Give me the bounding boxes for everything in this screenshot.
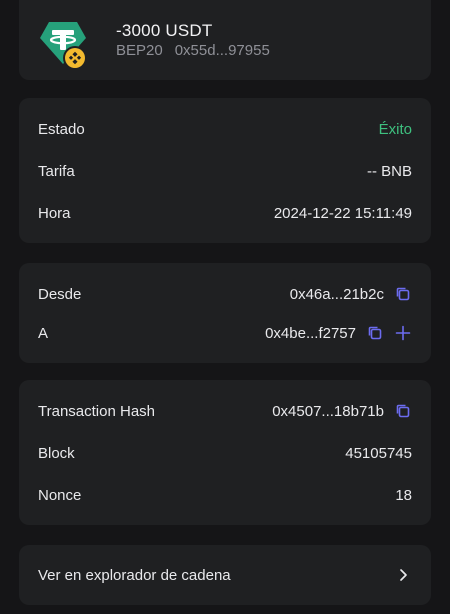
desde-address: 0x46a...21b2c xyxy=(289,285,384,303)
explorer-label: Ver en explorador de cadena xyxy=(38,566,231,584)
hora-row: Hora 2024-12-22 15:11:49 xyxy=(38,201,412,225)
a-label: A xyxy=(38,324,49,342)
explorer-row: Ver en explorador de cadena xyxy=(38,563,412,587)
estado-label: Estado xyxy=(38,120,85,138)
copy-icon[interactable] xyxy=(366,324,384,342)
view-in-explorer-button[interactable]: Ver en explorador de cadena xyxy=(19,545,431,605)
nonce-row: Nonce 18 xyxy=(38,483,412,507)
nonce-value: 18 xyxy=(395,486,412,504)
a-row: A 0x4be...f2757 xyxy=(38,321,412,345)
tarifa-label: Tarifa xyxy=(38,162,75,180)
hash-row: Transaction Hash 0x4507...18b71b xyxy=(38,399,412,423)
estado-row: Estado Éxito xyxy=(38,117,412,141)
a-address: 0x4be...f2757 xyxy=(265,324,356,342)
transaction-amount: -3000 USDT xyxy=(116,21,213,40)
address-card: Desde 0x46a...21b2c A 0x4be...f2757 xyxy=(19,263,431,363)
token-network-info: BEP20 0x55d...97955 xyxy=(116,42,270,59)
tarifa-value: -- BNB xyxy=(367,162,412,180)
transaction-details-card: Transaction Hash 0x4507...18b71b Block 4… xyxy=(19,380,431,525)
hora-label: Hora xyxy=(38,204,71,222)
a-value-wrap: 0x4be...f2757 xyxy=(265,324,412,342)
block-value: 45105745 xyxy=(345,444,412,462)
chevron-right-icon xyxy=(394,566,412,584)
desde-label: Desde xyxy=(38,285,82,303)
block-row: Block 45105745 xyxy=(38,441,412,465)
tarifa-row: Tarifa -- BNB xyxy=(38,159,412,183)
status-card: Estado Éxito Tarifa -- BNB Hora 2024-12-… xyxy=(19,98,431,243)
tether-logo-icon xyxy=(38,20,88,68)
add-contact-plus-icon[interactable] xyxy=(394,324,412,342)
block-label: Block xyxy=(38,444,75,462)
network-label: BEP20 xyxy=(116,42,163,59)
status-badge: Éxito xyxy=(378,120,412,138)
transaction-hash: 0x4507...18b71b xyxy=(272,402,384,420)
hora-value: 2024-12-22 15:11:49 xyxy=(273,204,412,222)
token-contract-address: 0x55d...97955 xyxy=(174,42,270,59)
hash-value-wrap: 0x4507...18b71b xyxy=(272,402,412,420)
token-header-card: -3000 USDT BEP20 0x55d...97955 xyxy=(19,0,431,80)
bnb-badge-icon xyxy=(65,48,85,68)
hash-label: Transaction Hash xyxy=(38,402,155,420)
copy-icon[interactable] xyxy=(394,402,412,420)
nonce-label: Nonce xyxy=(38,486,82,504)
desde-value-wrap: 0x46a...21b2c xyxy=(290,285,412,303)
copy-icon[interactable] xyxy=(394,285,412,303)
desde-row: Desde 0x46a...21b2c xyxy=(38,282,412,306)
